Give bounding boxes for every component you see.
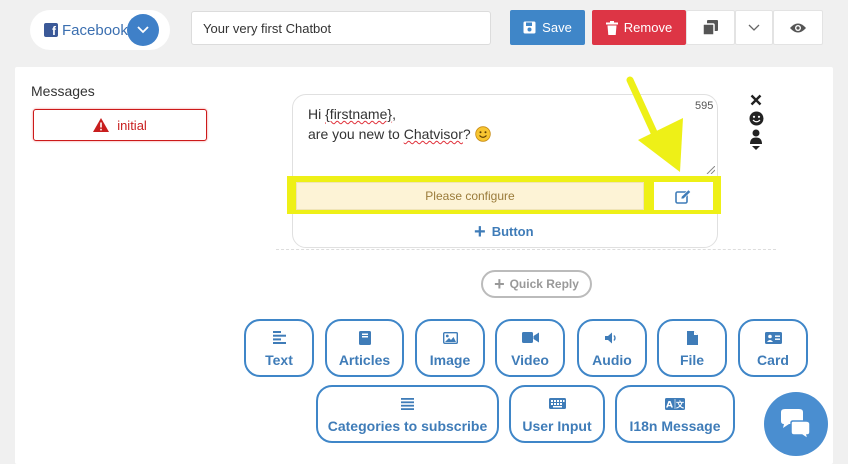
type-i18n-button[interactable]: A文 I18n Message	[615, 385, 735, 443]
audio-icon	[605, 332, 616, 343]
message-line-1: Hi {firstname},	[308, 106, 396, 122]
type-video-button[interactable]: Video	[495, 319, 565, 377]
edit-button[interactable]	[654, 182, 713, 210]
type-file-label: File	[679, 351, 705, 368]
warning-icon	[93, 118, 110, 132]
type-card-button[interactable]: Card	[738, 319, 808, 377]
type-audio-label: Audio	[592, 351, 632, 368]
add-button-label: Button	[491, 224, 534, 239]
remove-label: Remove	[623, 20, 673, 35]
chat-icon	[781, 409, 811, 439]
quick-reply-label: Quick Reply	[509, 277, 579, 291]
card-icon	[764, 331, 782, 344]
remove-button[interactable]: Remove	[592, 10, 686, 45]
person-icon[interactable]	[749, 129, 763, 151]
type-file-button[interactable]: File	[657, 319, 727, 377]
divider	[276, 249, 776, 250]
facebook-icon: f	[44, 23, 58, 37]
type-card-label: Card	[757, 351, 789, 368]
type-image-label: Image	[429, 351, 471, 368]
platform-label: Facebook	[62, 21, 128, 39]
chat-widget-button[interactable]	[764, 392, 828, 456]
copy-icon	[703, 20, 718, 35]
type-video-label: Video	[511, 351, 549, 368]
keyboard-icon	[548, 398, 566, 409]
video-icon	[521, 332, 539, 343]
configure-button[interactable]: Please configure	[296, 182, 644, 210]
message-line-2: are you new to Chatvisor?	[308, 124, 688, 144]
brand-name: Chatvisor	[403, 126, 463, 142]
chevron-down-icon	[137, 26, 149, 34]
book-icon	[358, 330, 371, 345]
messages-heading: Messages	[31, 83, 95, 99]
type-categories-label: Categories to subscribe	[327, 417, 488, 434]
type-articles-label: Articles	[338, 351, 391, 368]
type-articles-button[interactable]: Articles	[325, 319, 404, 377]
message-textarea[interactable]: Hi {firstname}, are you new to Chatvisor…	[308, 104, 688, 144]
smiley-icon	[474, 126, 491, 142]
svg-text:文: 文	[676, 399, 685, 409]
translate-icon: A文	[665, 397, 685, 410]
type-text-label: Text	[265, 351, 293, 368]
type-user-input-label: User Input	[522, 417, 592, 434]
duplicate-button[interactable]	[686, 10, 735, 45]
add-button-link[interactable]: + Button	[474, 220, 534, 243]
chatbot-title-input[interactable]	[191, 11, 491, 45]
close-icon[interactable]	[750, 94, 762, 106]
platform-selector[interactable]: f Facebook	[30, 10, 170, 50]
char-counter: 595	[695, 100, 714, 112]
message-tools	[747, 94, 765, 151]
more-options-button[interactable]	[735, 10, 773, 45]
save-button[interactable]: Save	[510, 10, 585, 45]
initial-label: initial	[117, 117, 147, 133]
type-audio-button[interactable]: Audio	[577, 319, 647, 377]
type-categories-button[interactable]: Categories to subscribe	[316, 385, 499, 443]
emoji-icon[interactable]	[749, 111, 764, 126]
file-icon	[686, 330, 698, 345]
text-icon	[272, 331, 286, 344]
firstname-variable: {firstname}	[325, 106, 393, 122]
trash-icon	[605, 20, 618, 35]
initial-message-button[interactable]: initial	[33, 109, 207, 141]
plus-icon: +	[494, 273, 505, 294]
eye-icon	[790, 23, 806, 32]
save-icon	[523, 21, 536, 34]
svg-text:A: A	[666, 400, 673, 410]
type-i18n-label: I18n Message	[629, 417, 721, 434]
save-label: Save	[542, 20, 572, 35]
preview-button[interactable]	[773, 10, 823, 45]
type-image-button[interactable]: Image	[415, 319, 485, 377]
chevron-down-icon	[748, 24, 760, 31]
image-icon	[442, 331, 458, 344]
list-icon	[401, 397, 414, 410]
resize-handle[interactable]	[705, 166, 715, 174]
platform-dropdown-button[interactable]	[127, 14, 159, 46]
type-text-button[interactable]: Text	[244, 319, 314, 377]
plus-icon: +	[474, 220, 486, 243]
quick-reply-button[interactable]: + Quick Reply	[481, 270, 592, 298]
type-user-input-button[interactable]: User Input	[509, 385, 605, 443]
edit-icon	[675, 188, 692, 204]
